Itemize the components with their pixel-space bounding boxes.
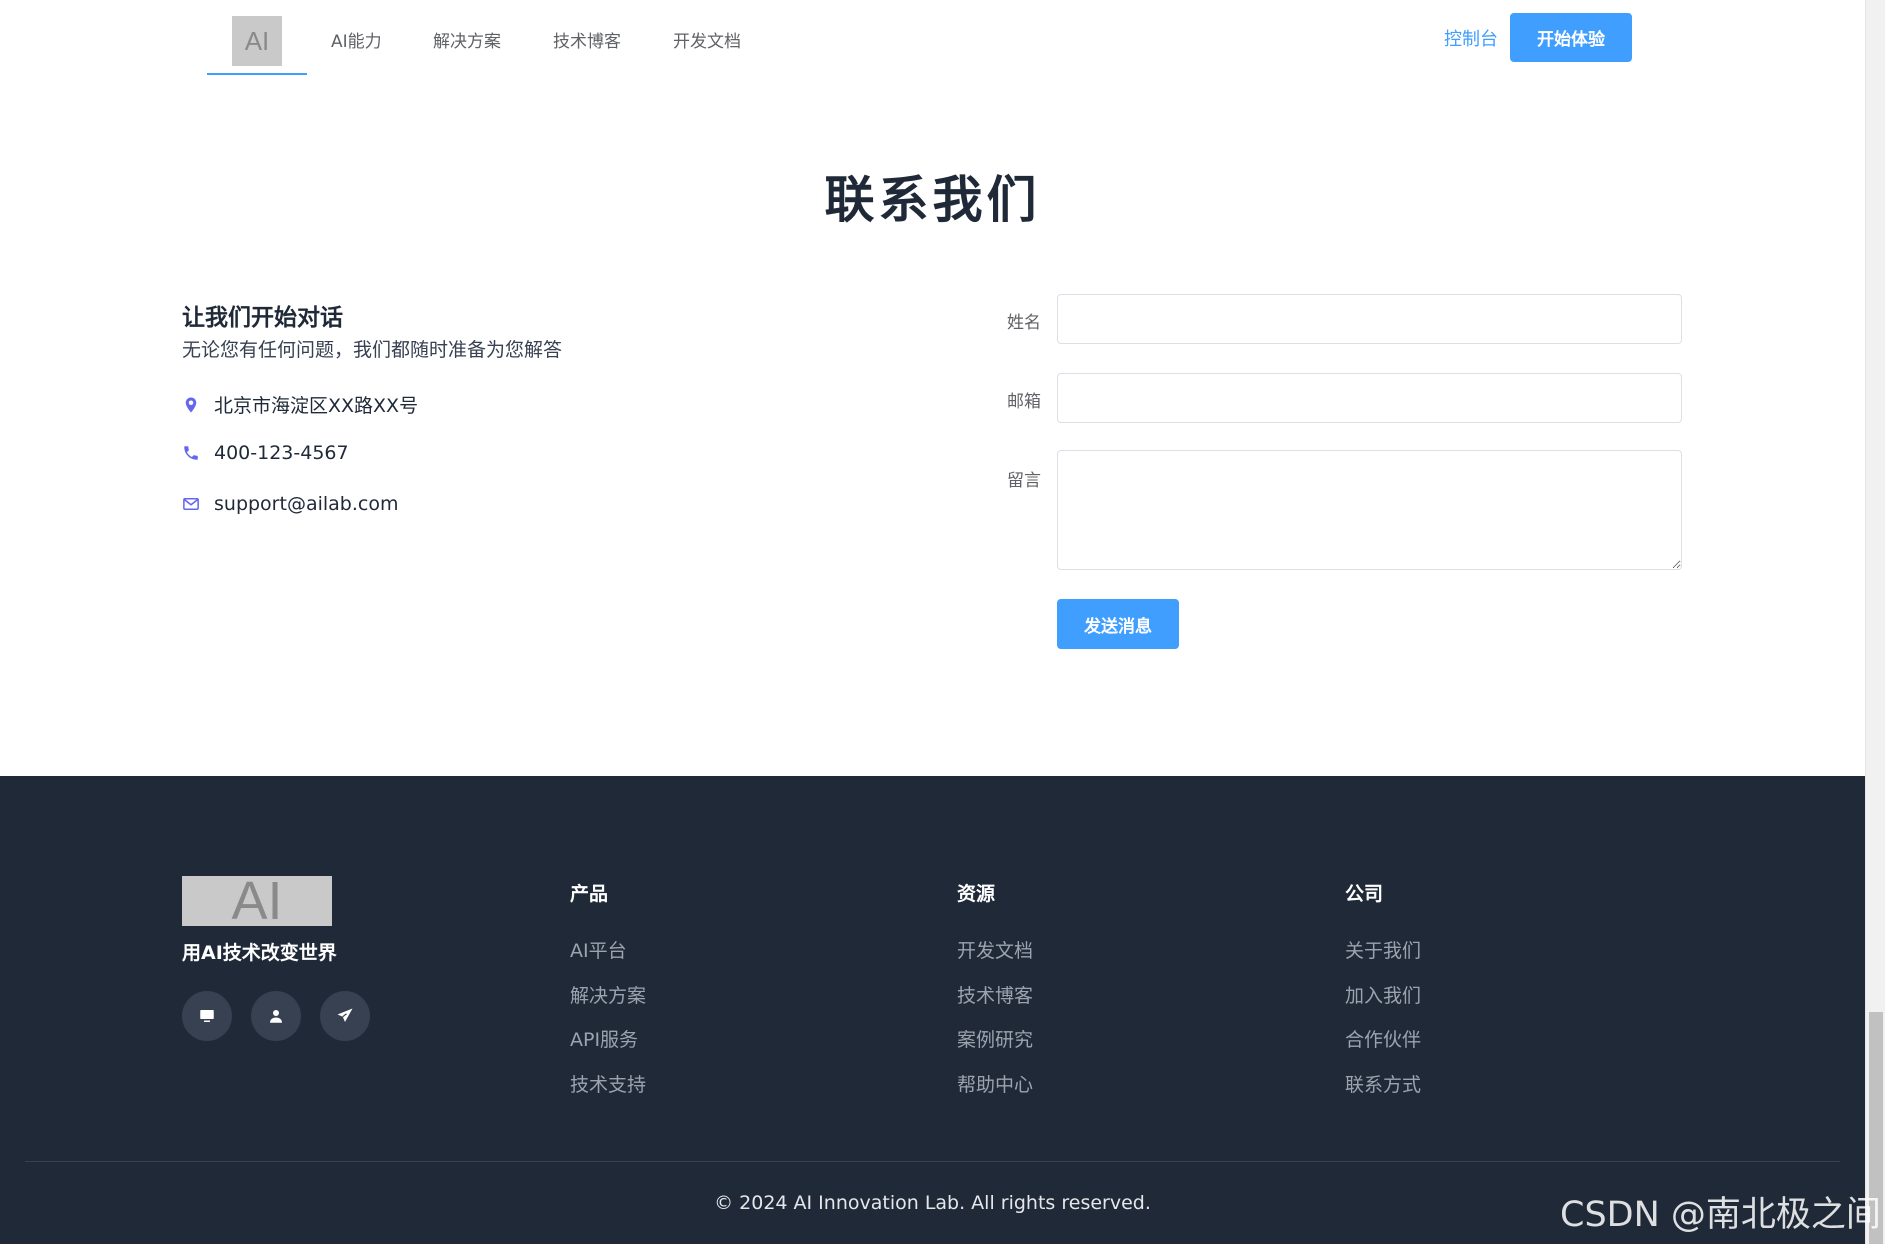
address-row: 北京市海淀区XX路XX号: [182, 391, 418, 418]
footer-slogan: 用AI技术改变世界: [182, 942, 337, 964]
email-label: 邮箱: [1007, 392, 1041, 412]
name-input[interactable]: [1057, 294, 1682, 344]
footer-col-title-products: 产品: [570, 883, 609, 905]
page-title: 联系我们: [824, 171, 1041, 229]
message-label: 留言: [1007, 471, 1041, 491]
footer-link-partners[interactable]: 合作伙伴: [1345, 1025, 1421, 1052]
phone-icon: [184, 446, 198, 460]
phone-text: 400-123-4567: [214, 442, 349, 464]
footer-col-title-company: 公司: [1345, 883, 1384, 905]
footer-link-case-studies[interactable]: 案例研究: [957, 1025, 1033, 1052]
address-text: 北京市海淀区XX路XX号: [214, 395, 419, 417]
location-pin-icon: [185, 397, 197, 412]
footer-logo: AI: [182, 876, 332, 926]
contact-subheading: 无论您有任何问题，我们都随时准备为您解答: [182, 339, 563, 361]
footer-divider: [25, 1161, 1840, 1162]
social-monitor-button[interactable]: [182, 991, 232, 1041]
footer-link-ai-platform[interactable]: AI平台: [570, 936, 627, 963]
name-label: 姓名: [1007, 313, 1041, 333]
start-trial-button[interactable]: 开始体验: [1510, 13, 1632, 62]
mail-icon: [183, 498, 199, 510]
footer-link-contact-info[interactable]: 联系方式: [1345, 1070, 1421, 1097]
watermark: CSDN @南北极之间: [1560, 1195, 1881, 1235]
footer-link-dev-docs[interactable]: 开发文档: [957, 936, 1033, 963]
footer-link-tech-blog[interactable]: 技术博客: [957, 981, 1033, 1008]
footer-link-solutions[interactable]: 解决方案: [570, 981, 646, 1008]
nav-item-ai-capabilities[interactable]: AI能力: [331, 27, 382, 52]
nav-item-dev-docs[interactable]: 开发文档: [673, 27, 741, 52]
contact-heading: 让我们开始对话: [182, 305, 343, 331]
nav-item-solutions[interactable]: 解决方案: [433, 27, 501, 52]
footer-link-join-us[interactable]: 加入我们: [1345, 981, 1421, 1008]
nav-item-tech-blog[interactable]: 技术博客: [553, 27, 621, 52]
footer-link-about-us[interactable]: 关于我们: [1345, 936, 1421, 963]
logo-tab[interactable]: AI: [207, 0, 307, 75]
send-message-button[interactable]: 发送消息: [1057, 599, 1179, 649]
footer: AI 用AI技术改变世界 产品 AI平台 解决方案 API服务 技术支持 资源 …: [0, 776, 1865, 1244]
monitor-icon: [200, 1010, 214, 1022]
console-link[interactable]: 控制台: [1444, 25, 1498, 51]
footer-link-tech-support[interactable]: 技术支持: [570, 1070, 646, 1097]
phone-row: 400-123-4567: [182, 442, 349, 464]
message-textarea[interactable]: [1057, 450, 1682, 570]
logo-image: AI: [232, 16, 282, 66]
email-text: support@ailab.com: [214, 493, 399, 515]
email-input[interactable]: [1057, 373, 1682, 423]
email-row: support@ailab.com: [182, 493, 398, 515]
footer-link-help-center[interactable]: 帮助中心: [957, 1070, 1033, 1097]
user-icon: [270, 1010, 282, 1023]
vertical-scrollbar[interactable]: [1865, 0, 1885, 1244]
footer-link-api-service[interactable]: API服务: [570, 1025, 638, 1052]
social-send-button[interactable]: [320, 991, 370, 1041]
social-user-button[interactable]: [251, 991, 301, 1041]
top-navbar: AI AI能力 解决方案 技术博客 开发文档 控制台 开始体验: [0, 0, 1865, 76]
paper-plane-icon: [337, 1008, 353, 1022]
footer-col-title-resources: 资源: [957, 883, 996, 905]
